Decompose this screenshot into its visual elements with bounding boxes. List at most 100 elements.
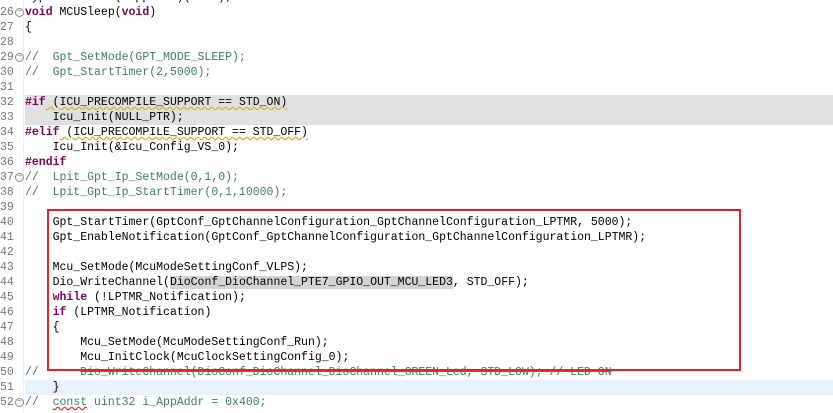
line-number: 49 [0,351,14,364]
code-line[interactable]: 51 } [0,380,833,395]
code-line[interactable]: 39 [0,200,833,215]
code-line[interactable]: 32 #if (ICU_PRECOMPILE_SUPPORT == STD_ON) [0,95,833,110]
code-token: { [25,321,60,334]
code-token: MCUSleep( [52,6,122,19]
code-text: Mcu_SetMode(McuModeSettingConf_VLPS); [25,260,833,275]
code-text: { [25,320,833,335]
code-token: Gpt_EnableNotification(GptConf_GptChanne… [25,231,647,244]
code-token: ) [149,6,157,19]
fold-collapse-icon[interactable]: − [15,8,24,17]
code-token: typedef void (*AppAddr)(void); [25,0,232,4]
code-token: DioConf_DioChannel_PTE7_GPIO_OUT_MCU_LED… [169,276,453,289]
code-text: // Gpt_SetMode(GPT_MODE_SLEEP); [25,50,833,65]
code-token: Mcu_InitClock(McuClockSettingConfig_0); [25,351,350,364]
fold-collapse-icon[interactable]: − [15,53,24,62]
code-token: (!LPTMR_Notification); [87,291,246,304]
code-token: #if [25,96,46,109]
code-token: #endif [25,156,67,169]
code-text: Icu_Init(&Icu_Config_VS_0); [25,140,833,155]
line-number: 34 [0,126,14,139]
code-line[interactable]: 38 // Lpit_Gpt_Ip_StartTimer(0,1,10000); [0,185,833,200]
code-line[interactable]: 33 Icu_Init(NULL_PTR); [0,110,833,125]
line-number: 48 [0,336,14,349]
code-line[interactable]: 50 // Dio_WriteChannel(DioConf_DioChannel… [0,365,833,380]
code-token: #elif [25,126,60,139]
code-line[interactable]: 30 // Gpt_StartTimer(2,5000); [0,65,833,80]
line-number: 36 [0,156,14,169]
code-text: // Lpit_Gpt_Ip_StartTimer(0,1,10000); [25,185,833,200]
code-token: } [25,381,60,394]
code-token: Icu_Init(&Icu_Config_VS_0); [25,141,239,154]
fold-collapse-icon[interactable]: − [15,173,24,182]
code-token: // Gpt_StartTimer(2,5000); [25,66,212,79]
code-token: Gpt_StartTimer(GptConf_GptChannelConfigu… [25,216,633,229]
code-line[interactable]: 43 Mcu_SetMode(McuModeSettingConf_VLPS); [0,260,833,275]
code-line[interactable]: 52−// const uint32 i_AppAddr = 0x400; [0,395,833,410]
code-token: // Lpit_Gpt_Ip_SetMode(0,1,0); [25,171,239,184]
code-token: const [52,396,88,409]
code-line[interactable]: 47 { [0,320,833,335]
line-number: 51 [0,381,14,394]
code-text: // Lpit_Gpt_Ip_SetMode(0,1,0); [25,170,833,185]
code-token: (ICU_PRECOMPILE_SUPPORT == STD_OFF) [59,126,308,139]
code-text: Icu_Init(NULL_PTR); [25,110,833,125]
code-line[interactable]: 48 Mcu_SetMode(McuModeSettingConf_Run); [0,335,833,350]
code-line[interactable]: 40 Gpt_StartTimer(GptConf_GptChannelConf… [0,215,833,230]
code-line[interactable]: 41 Gpt_EnableNotification(GptConf_GptCha… [0,230,833,245]
code-line[interactable]: 29−// Gpt_SetMode(GPT_MODE_SLEEP); [0,50,833,65]
code-text: #endif [25,155,833,170]
code-line[interactable]: 28 [0,35,833,50]
code-line[interactable]: 44 Dio_WriteChannel(DioConf_DioChannel_P… [0,275,833,290]
code-text: { [25,20,833,35]
line-number: 42 [0,246,14,259]
code-editor[interactable]: 25typedef void (*AppAddr)(void);26−void … [0,0,833,410]
code-token: Mcu_SetMode(McuModeSettingConf_Run); [25,336,329,349]
code-line[interactable]: 46 if (LPTMR_Notification) [0,305,833,320]
code-token: (LPTMR_Notification) [66,306,212,319]
code-text: #elif (ICU_PRECOMPILE_SUPPORT == STD_OFF… [25,125,833,140]
code-token: void [121,6,150,19]
line-number: 27 [0,21,14,34]
code-line[interactable]: 49 Mcu_InitClock(McuClockSettingConfig_0… [0,350,833,365]
code-text: Gpt_StartTimer(GptConf_GptChannelConfigu… [25,215,833,230]
line-number: 32 [0,96,14,109]
code-token: { [25,21,32,34]
code-line[interactable]: 35 Icu_Init(&Icu_Config_VS_0); [0,140,833,155]
line-number: 39 [0,201,14,214]
line-number: 38 [0,186,14,199]
code-token: Mcu_SetMode(McuModeSettingConf_VLPS); [25,261,308,274]
code-token: if [52,306,67,319]
code-text: void MCUSleep(void) [25,5,833,20]
line-number: 40 [0,216,14,229]
code-token: Dio_WriteChannel(DioConf_DioChannel_DioC… [80,366,612,379]
code-token: // [25,396,53,409]
code-token: void [25,6,53,19]
code-line[interactable]: 45 while (!LPTMR_Notification); [0,290,833,305]
line-number: 46 [0,306,14,319]
code-text: Mcu_SetMode(McuModeSettingConf_Run); [25,335,833,350]
line-number: 50 [0,366,14,379]
code-line[interactable]: 31 [0,80,833,95]
code-text: while (!LPTMR_Notification); [25,290,833,305]
code-line[interactable]: 36 #endif [0,155,833,170]
code-token: Dio_WriteChannel( [25,276,170,289]
line-number: 43 [0,261,14,274]
fold-collapse-icon[interactable]: − [15,398,24,407]
code-line[interactable]: 42 [0,245,833,260]
code-text: Dio_WriteChannel(DioConf_DioChannel_PTE7… [25,275,833,290]
code-text: // const uint32 i_AppAddr = 0x400; [25,395,833,410]
code-line[interactable]: 34 #elif (ICU_PRECOMPILE_SUPPORT == STD_O… [0,125,833,140]
code-token: uint32 i_AppAddr = 0x400; [87,396,267,409]
code-text: // Dio_WriteChannel(DioConf_DioChannel_D… [25,365,833,380]
line-number: 47 [0,321,14,334]
code-line[interactable]: 37−// Lpit_Gpt_Ip_SetMode(0,1,0); [0,170,833,185]
code-text: Gpt_EnableNotification(GptConf_GptChanne… [25,230,833,245]
code-line[interactable]: 26− void MCUSleep(void) [0,5,833,20]
code-line[interactable]: 27 { [0,20,833,35]
code-text: Mcu_InitClock(McuClockSettingConfig_0); [25,350,833,365]
